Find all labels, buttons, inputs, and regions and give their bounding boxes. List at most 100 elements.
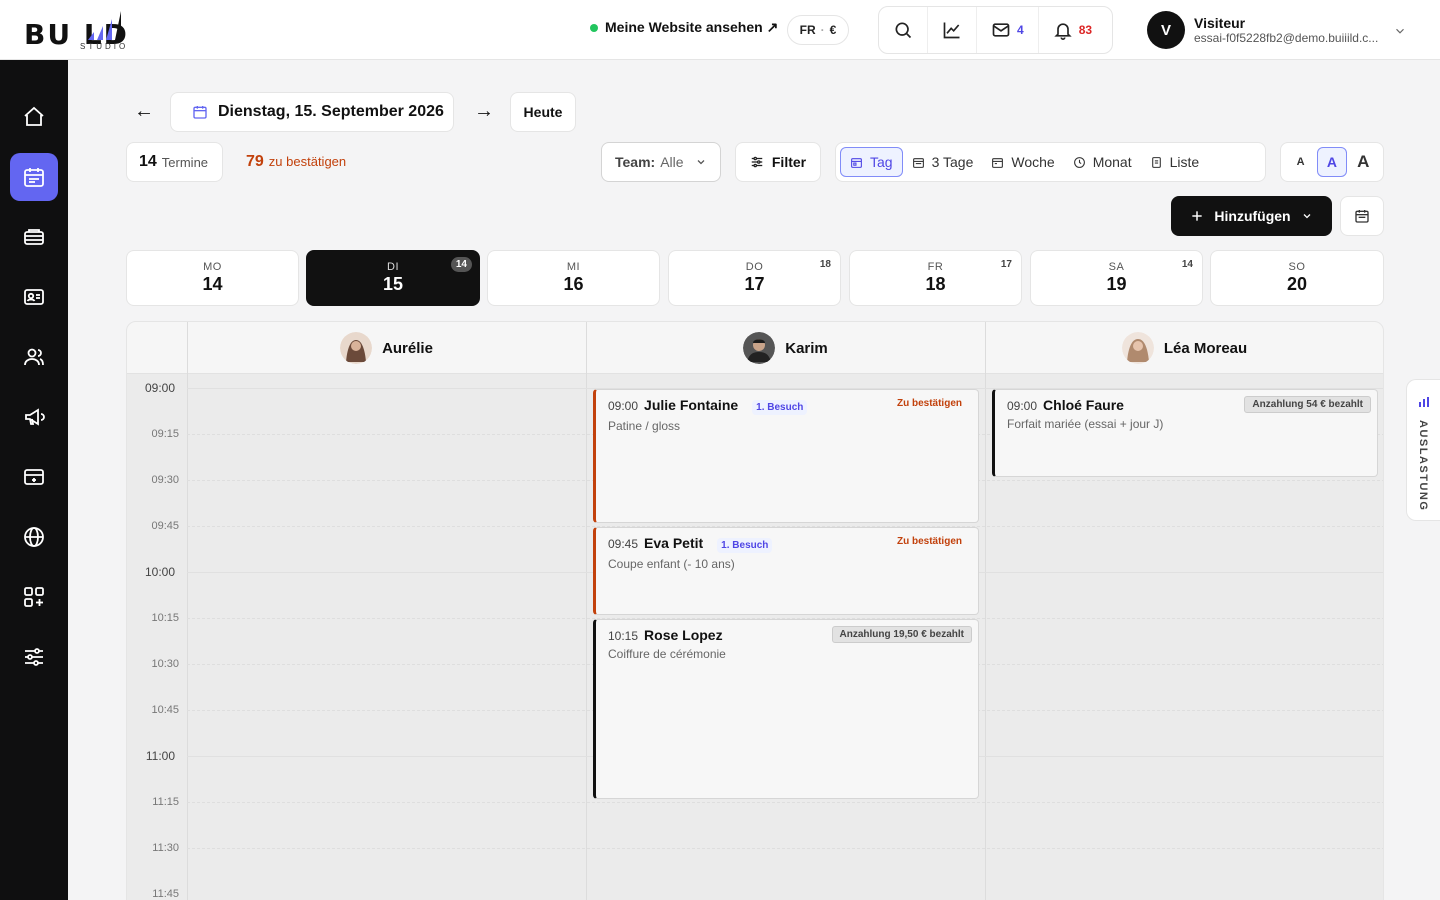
appointment-service: Patine / gloss: [608, 419, 681, 433]
pending-confirmations[interactable]: 79 zu bestätigen: [246, 153, 346, 171]
team-select[interactable]: Team: Alle: [601, 142, 721, 182]
day-date: 17: [744, 274, 765, 294]
sidebar-item-home[interactable]: [10, 93, 58, 141]
team-label: Team:: [615, 154, 656, 170]
view-week-label: Woche: [1011, 154, 1055, 170]
brand-logo[interactable]: BU LD STUDIO: [24, 8, 184, 54]
day-name: MO: [203, 261, 222, 273]
day-mon[interactable]: MO 14: [126, 250, 299, 306]
next-day-button[interactable]: →: [474, 100, 494, 123]
view-month[interactable]: Monat: [1064, 147, 1141, 177]
utilization-tab[interactable]: AUSLASTUNG: [1406, 379, 1440, 521]
chevron-down-icon: [1303, 214, 1311, 219]
locale-switcher[interactable]: FR · €: [787, 15, 849, 45]
search-button[interactable]: [879, 7, 928, 53]
text-size-medium[interactable]: A: [1316, 147, 1347, 177]
day-thu[interactable]: DO 17 18: [668, 250, 841, 306]
sidebar-item-inbox[interactable]: [10, 213, 58, 261]
day-wed[interactable]: MI 16: [487, 250, 660, 306]
staff-avatar: [743, 332, 776, 364]
contact-card-icon: [24, 289, 44, 305]
calendar-day-icon: [851, 157, 862, 168]
previous-day-button[interactable]: ←: [134, 100, 154, 123]
staff-column-karim[interactable]: Karim: [586, 322, 985, 374]
text-size-switcher: A A A: [1280, 142, 1384, 182]
sidebar-item-clients[interactable]: [10, 333, 58, 381]
staff-avatar: [340, 332, 373, 364]
pending-count: 79: [246, 153, 264, 170]
staff-column-aurelie[interactable]: Aurélie: [187, 322, 586, 374]
appointment-service: Forfait mariée (essai + jour J): [1007, 417, 1164, 431]
bar-chart-icon: [1419, 397, 1429, 407]
view-3days-label: 3 Tage: [931, 154, 974, 170]
time-label: 11:45: [152, 888, 179, 900]
appointment-card[interactable]: 10:15 Rose Lopez Coiffure de cérémonie A…: [593, 619, 979, 799]
day-date: 14: [202, 274, 223, 294]
today-button[interactable]: Heute: [510, 92, 576, 132]
appointment-card[interactable]: 09:45 Eva Petit 1. Besuch Coupe enfant (…: [593, 527, 979, 615]
appointment-service: Coiffure de cérémonie: [608, 647, 726, 661]
time-label: 11:30: [152, 842, 179, 854]
inbox-icon: [24, 229, 44, 245]
column-divider: [985, 322, 986, 900]
day-count: 17: [1000, 259, 1012, 270]
day-count: 14: [1181, 259, 1193, 270]
time-label: 10:15: [151, 612, 179, 624]
text-size-large[interactable]: A: [1348, 147, 1378, 177]
sidebar-item-apps[interactable]: [10, 573, 58, 621]
filter-label: Filter: [771, 154, 807, 170]
date-picker[interactable]: Dienstag, 15. September 2026: [170, 92, 454, 132]
day-sat[interactable]: SA 19 14: [1030, 250, 1203, 306]
appointment-client: Julie Fontaine: [644, 397, 739, 413]
sidebar-item-website[interactable]: [10, 513, 58, 561]
day-name: SO: [1288, 261, 1306, 273]
sidebar-item-payments[interactable]: [10, 453, 58, 501]
user-menu[interactable]: V Visiteur essai-f0f5228fb2@demo.buiiild…: [1147, 11, 1389, 49]
deposit-paid-badge: Anzahlung 54 € bezahlt: [1244, 396, 1371, 413]
sidebar-item-contacts[interactable]: [10, 273, 58, 321]
text-size-small[interactable]: A: [1286, 147, 1316, 177]
plus-icon: [1192, 211, 1203, 221]
filter-button[interactable]: Filter: [735, 142, 821, 182]
calendar-icon: [193, 106, 207, 119]
calendar-picker-button[interactable]: [1340, 196, 1384, 236]
staff-name: Léa Moreau: [1163, 339, 1248, 357]
view-3days[interactable]: 3 Tage: [903, 147, 983, 177]
sidebar-item-calendar[interactable]: [10, 153, 58, 201]
calendar-3days-icon: [912, 157, 924, 168]
payment-card-icon: [24, 469, 44, 485]
deposit-paid-badge: Anzahlung 19,50 € bezahlt: [831, 626, 972, 643]
day-date: 15: [382, 274, 404, 294]
mail-icon: [992, 23, 1010, 37]
day-date: 18: [925, 274, 946, 294]
megaphone-icon: [25, 408, 45, 426]
chevron-down-icon[interactable]: [1393, 24, 1407, 38]
staff-column-lea[interactable]: Léa Moreau: [985, 322, 1383, 374]
header-tools: 4 83: [878, 6, 1113, 54]
notifications-count: 83: [1078, 23, 1093, 37]
chevron-down-icon: [697, 160, 705, 165]
appointment-card[interactable]: 09:00 Chloé Faure Forfait mariée (essai …: [992, 389, 1378, 477]
day-sun[interactable]: SO 20: [1210, 250, 1384, 306]
view-day[interactable]: Tag: [840, 147, 903, 177]
home-icon: [24, 106, 44, 126]
view-website-link[interactable]: Meine Website ansehen ↗: [590, 19, 778, 36]
globe-icon: [24, 527, 44, 547]
sidebar-item-marketing[interactable]: [10, 393, 58, 441]
day-fri[interactable]: FR 18 17: [849, 250, 1022, 306]
add-button[interactable]: Hinzufügen: [1171, 196, 1332, 236]
view-list[interactable]: Liste: [1141, 147, 1209, 177]
messages-button[interactable]: 4: [977, 7, 1039, 53]
sidebar-item-settings[interactable]: [10, 633, 58, 681]
search-icon: [895, 22, 912, 39]
appointment-card[interactable]: 09:00 Julie Fontaine 1. Besuch Patine / …: [593, 389, 979, 523]
stats-button[interactable]: [928, 7, 977, 53]
locale-currency: €: [829, 23, 837, 37]
day-tue[interactable]: DI 15 14: [306, 250, 480, 306]
day-count: 18: [819, 259, 831, 270]
view-week[interactable]: Woche: [982, 147, 1063, 177]
staff-name: Karim: [785, 339, 828, 357]
time-label: 10:00: [144, 565, 175, 579]
day-name: MI: [566, 261, 581, 273]
notifications-button[interactable]: 83: [1039, 7, 1106, 53]
